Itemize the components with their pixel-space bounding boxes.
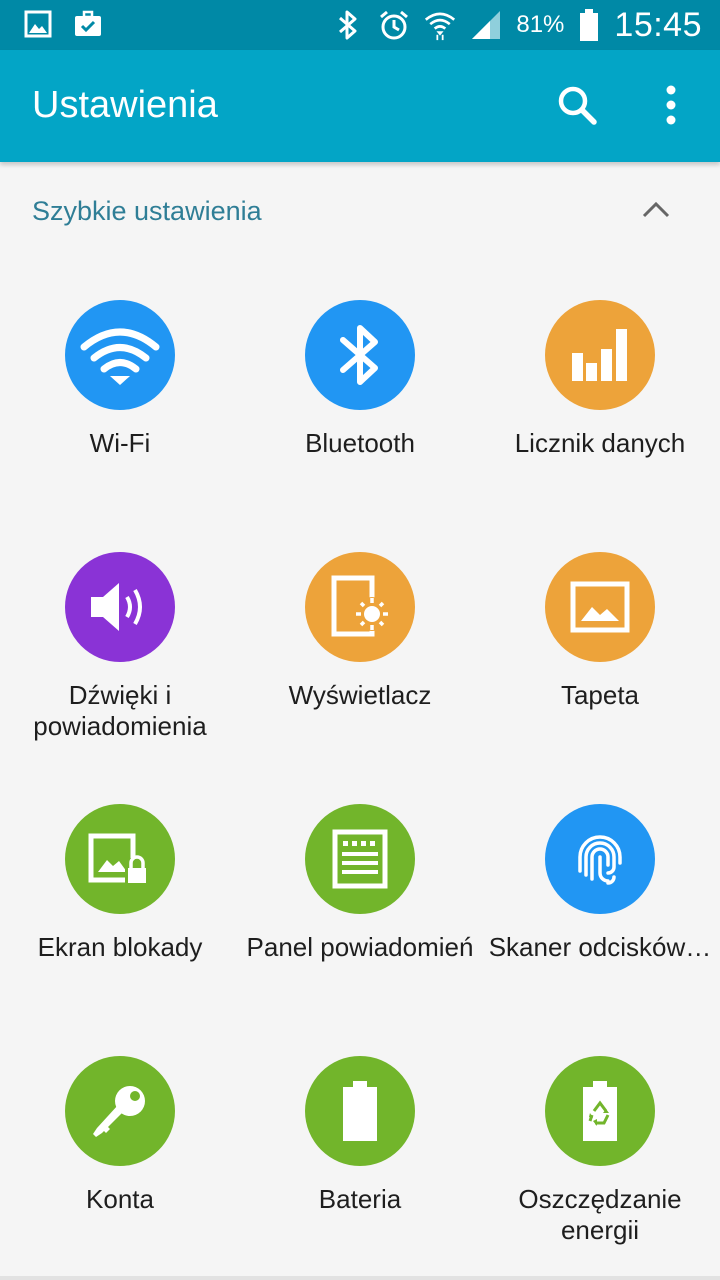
bluetooth-icon [332, 9, 364, 41]
tile-label: Tapeta [560, 680, 640, 710]
page-title: Ustawienia [32, 84, 218, 126]
search-icon [556, 84, 598, 131]
chevron-up-icon [641, 200, 671, 225]
tile-label: Panel powiadomień [246, 932, 474, 962]
quick-setting-data-usage[interactable]: Licznik danych [480, 262, 720, 514]
quick-setting-battery[interactable]: Bateria [240, 1018, 480, 1270]
tile-label: Oszczędzanie energii [518, 1184, 682, 1245]
wifi-icon [65, 300, 175, 410]
tile-label: Skaner odcisków… [488, 932, 712, 962]
tile-label: Konta [86, 1184, 154, 1214]
tile-label: Wi-Fi [89, 428, 151, 458]
tile-label: Bluetooth [305, 428, 415, 458]
wifi-icon [424, 9, 456, 41]
quick-setting-accounts[interactable]: Konta [0, 1018, 240, 1270]
quick-settings-header[interactable]: Szybkie ustawienia [0, 162, 720, 262]
tile-label: Bateria [318, 1184, 402, 1214]
quick-setting-notification-panel[interactable]: Panel powiadomień [240, 766, 480, 1018]
display-icon [305, 552, 415, 662]
clock: 15:45 [614, 5, 702, 44]
tile-label: Licznik danych [514, 428, 686, 458]
battery-icon [578, 9, 600, 41]
quick-setting-display[interactable]: Wyświetlacz [240, 514, 480, 766]
tile-label: Ekran blokady [37, 932, 203, 962]
wallpaper-icon [545, 552, 655, 662]
search-button[interactable] [550, 80, 604, 134]
app-bar: Ustawienia [0, 50, 720, 162]
gallery-icon [22, 8, 54, 40]
tile-label: Wyświetlacz [288, 680, 432, 710]
signal-icon [470, 9, 502, 41]
battery-icon [305, 1056, 415, 1166]
collapse-button[interactable] [632, 192, 680, 232]
quick-setting-wallpaper[interactable]: Tapeta [480, 514, 720, 766]
divider [0, 1276, 720, 1280]
alarm-icon [378, 9, 410, 41]
battery-percent: 81% [516, 11, 565, 38]
more-vert-icon [665, 85, 677, 130]
notification-panel-icon [305, 804, 415, 914]
tile-label: Dźwięki i powiadomienia [33, 680, 207, 741]
bluetooth-icon [305, 300, 415, 410]
quick-setting-lock-screen[interactable]: Ekran blokady [0, 766, 240, 1018]
more-options-button[interactable] [648, 80, 694, 134]
lock-screen-icon [65, 804, 175, 914]
section-title: Szybkie ustawienia [32, 196, 262, 226]
speaker-icon [65, 552, 175, 662]
quick-setting-bluetooth[interactable]: Bluetooth [240, 262, 480, 514]
quick-setting-fingerprint[interactable]: Skaner odcisków… [480, 766, 720, 1018]
briefcase-icon [72, 8, 104, 40]
quick-setting-sounds[interactable]: Dźwięki i powiadomienia [0, 514, 240, 766]
quick-setting-wifi[interactable]: Wi-Fi [0, 262, 240, 514]
data-usage-icon [545, 300, 655, 410]
power-saving-icon [545, 1056, 655, 1166]
quick-setting-power-saving[interactable]: Oszczędzanie energii [480, 1018, 720, 1270]
key-icon [65, 1056, 175, 1166]
status-bar: 81% 15:45 [0, 0, 720, 50]
fingerprint-icon [545, 804, 655, 914]
